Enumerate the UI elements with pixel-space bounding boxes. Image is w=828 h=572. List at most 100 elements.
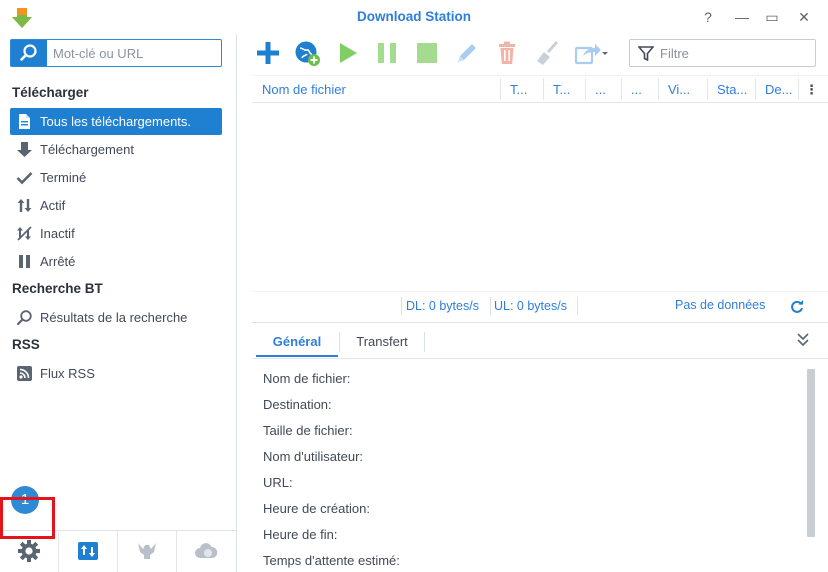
col-speed[interactable]: Vi... [668,82,698,97]
tab-general[interactable]: Général [256,329,338,357]
sidebar-item-label: Téléchargement [40,142,134,157]
sidebar-item-stopped[interactable]: Arrêté [10,248,222,275]
filter-input[interactable] [660,45,810,62]
detail-tabs: Général Transfert [252,323,828,359]
collapse-icon[interactable] [797,333,809,347]
filter-box [629,39,816,67]
sidebar-item-active[interactable]: Actif [10,192,222,219]
sidebar-item-all-downloads[interactable]: Tous les téléchargements. [10,108,222,135]
status-separator [401,297,402,315]
toolbar [238,34,828,74]
sidebar: Télécharger Tous les téléchargements. Té… [0,34,237,572]
sidebar-item-label: Actif [40,198,66,213]
upload-speed: UL: 0 bytes/s [494,299,567,313]
tab-transfer[interactable]: Transfert [340,329,424,357]
col-separator [707,78,708,100]
highlight-box [0,497,55,539]
inactive-icon [17,226,32,241]
resume-icon[interactable] [333,39,361,67]
field-eta: Temps d'attente estimé: [263,553,400,568]
col-separator [585,78,586,100]
stop-icon[interactable] [413,39,441,67]
delete-icon[interactable] [493,39,521,67]
field-created: Heure de création: [263,501,370,516]
pause-icon [19,255,30,268]
grid-header: Nom de fichier T... T... ... ... Vi... S… [252,75,828,103]
status-bar: DL: 0 bytes/s UL: 0 bytes/s Pas de donné… [252,291,828,319]
add-icon[interactable] [254,39,282,67]
clear-icon[interactable] [533,39,561,67]
section-rss: RSS [12,337,40,352]
field-url: URL: [263,475,293,490]
col-separator [500,78,501,100]
sidebar-item-inactive[interactable]: Inactif [10,220,222,247]
minimize-button[interactable]: — [732,7,752,27]
field-destination: Destination: [263,397,332,412]
sidebar-item-rss-feed[interactable]: Flux RSS [10,360,222,387]
edit-icon[interactable] [453,39,481,67]
col-status[interactable]: Sta... [717,82,749,97]
sidebar-item-downloading[interactable]: Téléchargement [10,136,222,163]
rss-icon [17,366,32,381]
col-size[interactable]: T... [510,82,538,97]
help-button[interactable]: ? [698,7,718,27]
detail-panel: Général Transfert Nom de fichier: Destin… [252,322,828,572]
sidebar-item-label: Terminé [40,170,87,185]
col-filename[interactable]: Nom de fichier [262,82,492,97]
field-username: Nom d'utilisateur: [263,449,364,464]
section-recherche-bt: Recherche BT [12,281,103,296]
status-separator [490,297,491,315]
check-icon [16,172,33,185]
col-separator [543,78,544,100]
transfer-icon [78,542,98,560]
search-box [10,39,222,67]
emule-button[interactable] [118,531,177,572]
document-icon [19,114,30,129]
col-separator [658,78,659,100]
sidebar-item-label: Flux RSS [40,366,95,381]
column-menu-button[interactable]: ⋮ [805,82,818,98]
emule-icon [138,543,156,559]
status-separator [577,297,578,315]
search-icon [20,44,37,61]
col-separator [621,78,622,100]
col-upload[interactable]: ... [631,82,655,97]
sidebar-item-search-results[interactable]: Résultats de la recherche [10,304,222,331]
sidebar-item-label: Inactif [40,226,75,241]
col-destination[interactable]: De... [765,82,795,97]
col-separator [798,78,799,100]
sidebar-item-label: Arrêté [40,254,76,269]
transfer-button[interactable] [59,531,118,572]
close-button[interactable]: ✕ [794,7,814,27]
field-filename: Nom de fichier: [263,371,351,386]
scrollbar[interactable] [807,369,815,537]
cloud-button[interactable] [177,531,236,572]
sidebar-item-label: Résultats de la recherche [40,310,188,325]
add-url-icon[interactable] [293,39,321,67]
pause-icon[interactable] [373,39,401,67]
search-input[interactable] [53,44,213,62]
search-icon [16,310,32,326]
title-bar: Download Station ? — ▭ ✕ [0,0,828,34]
share-icon[interactable] [573,39,609,67]
col-progress[interactable]: ... [595,82,619,97]
sidebar-item-label: Tous les téléchargements. [40,114,192,129]
download-speed: DL: 0 bytes/s [406,299,479,313]
field-finished: Heure de fin: [263,527,338,542]
tab-separator [424,332,425,352]
col-transferred[interactable]: T... [553,82,581,97]
filter-icon [638,46,654,61]
field-size: Taille de fichier: [263,423,353,438]
download-list[interactable] [252,103,828,291]
arrow-down-icon [17,142,32,157]
cloud-icon [195,543,218,558]
refresh-icon[interactable] [790,300,804,314]
sidebar-item-finished[interactable]: Terminé [10,164,222,191]
no-data-label: Pas de données [675,298,766,312]
section-telecharger: Télécharger [12,85,89,100]
search-button[interactable] [11,40,47,66]
gear-icon [18,540,40,562]
maximize-button[interactable]: ▭ [762,7,782,27]
col-separator [755,78,756,100]
arrows-updown-icon [17,199,32,212]
